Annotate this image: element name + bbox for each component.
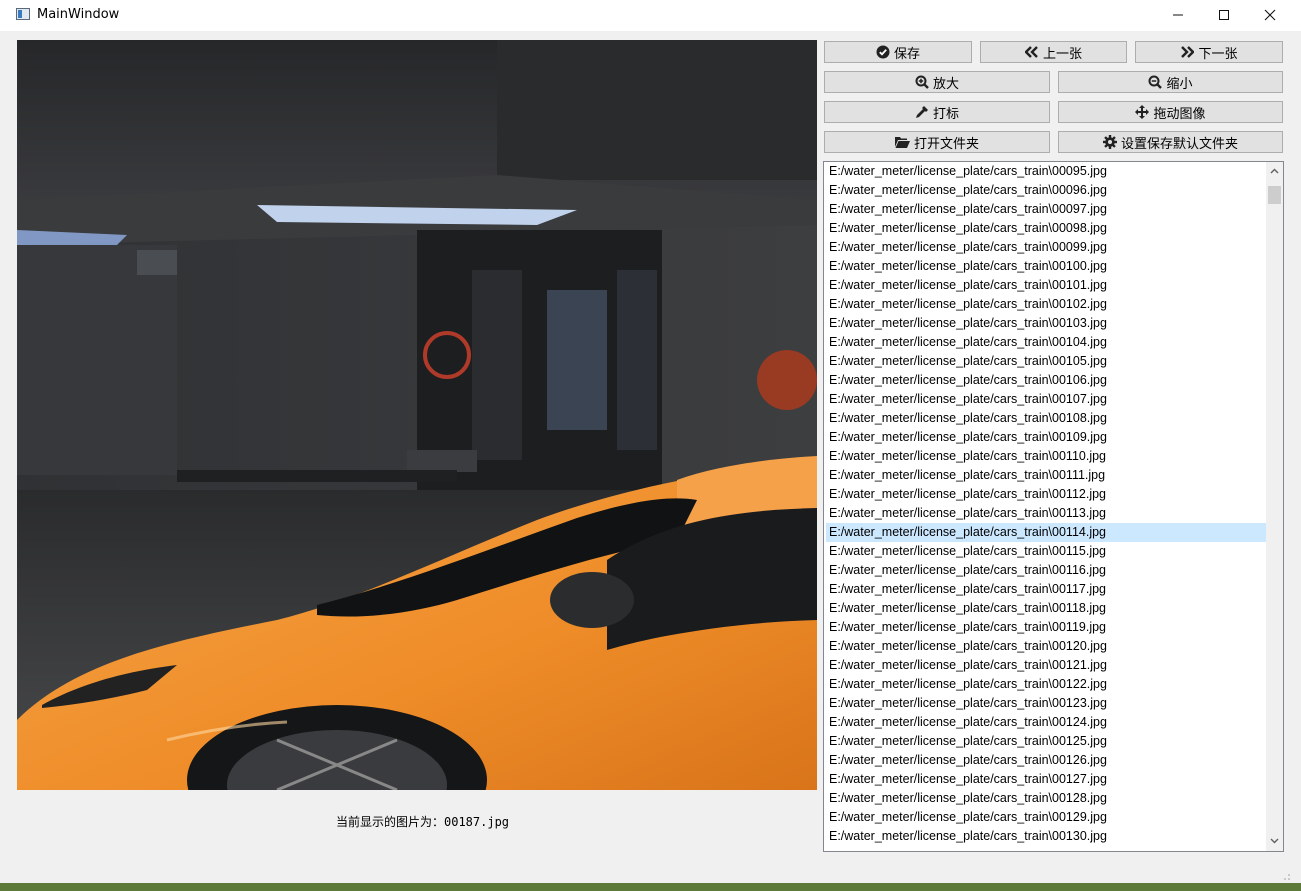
scroll-thumb[interactable] [1268,186,1281,204]
gear-icon [1102,135,1117,149]
list-item[interactable]: E:/water_meter/license_plate/cars_train\… [826,219,1266,238]
save-button[interactable]: 保存 [824,41,972,63]
close-button[interactable] [1247,0,1293,31]
list-item[interactable]: E:/water_meter/license_plate/cars_train\… [826,656,1266,675]
zoom-out-icon [1148,75,1163,89]
list-item[interactable]: E:/water_meter/license_plate/cars_train\… [826,675,1266,694]
image-viewer[interactable] [17,40,817,790]
list-item[interactable]: E:/water_meter/license_plate/cars_train\… [826,352,1266,371]
check-circle-icon [876,45,890,59]
zoom-out-button[interactable]: 缩小 [1058,71,1283,93]
resize-grip-icon[interactable] [1283,873,1291,881]
list-item[interactable]: E:/water_meter/license_plate/cars_train\… [826,599,1266,618]
list-item[interactable]: E:/water_meter/license_plate/cars_train\… [826,314,1266,333]
minimize-button[interactable] [1155,0,1201,31]
set-default-save-folder-button[interactable]: 设置保存默认文件夹 [1058,131,1283,153]
list-item[interactable]: E:/water_meter/license_plate/cars_train\… [826,713,1266,732]
zoom-out-button-label: 缩小 [1166,76,1193,92]
car-photo [17,40,817,790]
scroll-up-icon[interactable] [1266,163,1283,180]
open-folder-button-label: 打开文件夹 [913,136,979,152]
prev-image-button[interactable]: 上一张 [980,41,1127,63]
list-item[interactable]: E:/water_meter/license_plate/cars_train\… [826,618,1266,637]
list-item[interactable]: E:/water_meter/license_plate/cars_train\… [826,732,1266,751]
main-window: MainWindow 当前显示的图片为：00187.jpg 保存 上一张 下一张… [0,0,1301,883]
maximize-icon [1219,10,1229,20]
list-item[interactable]: E:/water_meter/license_plate/cars_train\… [826,770,1266,789]
zoom-in-icon [915,75,929,89]
list-item[interactable]: E:/water_meter/license_plate/cars_train\… [826,523,1266,542]
open-folder-button[interactable]: 打开文件夹 [824,131,1050,153]
file-list-items: E:/water_meter/license_plate/cars_train\… [826,162,1266,846]
list-item[interactable]: E:/water_meter/license_plate/cars_train\… [826,428,1266,447]
zoom-in-button-label: 放大 [932,76,959,92]
set-default-save-folder-button-label: 设置保存默认文件夹 [1120,136,1238,152]
zoom-in-button[interactable]: 放大 [824,71,1050,93]
list-item[interactable]: E:/water_meter/license_plate/cars_train\… [826,694,1266,713]
annotate-button-label: 打标 [932,106,959,122]
close-icon [1264,9,1276,21]
next-image-button[interactable]: 下一张 [1135,41,1283,63]
prev-image-button-label: 上一张 [1042,46,1082,62]
double-chevron-right-icon [1181,46,1195,58]
list-item[interactable]: E:/water_meter/license_plate/cars_train\… [826,390,1266,409]
file-list[interactable]: E:/water_meter/license_plate/cars_train\… [823,161,1284,852]
list-item[interactable]: E:/water_meter/license_plate/cars_train\… [826,751,1266,770]
double-chevron-left-icon [1024,46,1038,58]
list-item[interactable]: E:/water_meter/license_plate/cars_train\… [826,542,1266,561]
list-item[interactable]: E:/water_meter/license_plate/cars_train\… [826,504,1266,523]
list-item[interactable]: E:/water_meter/license_plate/cars_train\… [826,789,1266,808]
next-image-button-label: 下一张 [1198,46,1238,62]
list-item[interactable]: E:/water_meter/license_plate/cars_train\… [826,200,1266,219]
list-item[interactable]: E:/water_meter/license_plate/cars_train\… [826,561,1266,580]
file-list-scrollbar[interactable] [1266,162,1283,851]
list-item[interactable]: E:/water_meter/license_plate/cars_train\… [826,257,1266,276]
list-item[interactable]: E:/water_meter/license_plate/cars_train\… [826,295,1266,314]
list-item[interactable]: E:/water_meter/license_plate/cars_train\… [826,371,1266,390]
list-item[interactable]: E:/water_meter/license_plate/cars_train\… [826,181,1266,200]
save-button-label: 保存 [893,46,920,62]
current-image-status: 当前显示的图片为：00187.jpg [336,815,510,829]
list-item[interactable]: E:/water_meter/license_plate/cars_train\… [826,276,1266,295]
list-item[interactable]: E:/water_meter/license_plate/cars_train\… [826,485,1266,504]
list-item[interactable]: E:/water_meter/license_plate/cars_train\… [826,447,1266,466]
move-arrows-icon [1135,105,1150,119]
list-item[interactable]: E:/water_meter/license_plate/cars_train\… [826,637,1266,656]
list-item[interactable]: E:/water_meter/license_plate/cars_train\… [826,466,1266,485]
window-title: MainWindow [37,7,120,22]
title-bar[interactable]: MainWindow [0,0,1301,31]
list-item[interactable]: E:/water_meter/license_plate/cars_train\… [826,333,1266,352]
folder-open-icon [894,137,910,148]
eyedropper-icon [915,106,928,118]
scroll-down-icon[interactable] [1266,833,1283,850]
list-item[interactable]: E:/water_meter/license_plate/cars_train\… [826,580,1266,599]
drag-image-button[interactable]: 拖动图像 [1058,101,1283,123]
list-item[interactable]: E:/water_meter/license_plate/cars_train\… [826,238,1266,257]
list-item[interactable]: E:/water_meter/license_plate/cars_train\… [826,827,1266,846]
annotate-button[interactable]: 打标 [824,101,1050,123]
drag-image-button-label: 拖动图像 [1153,106,1206,122]
app-icon [16,8,30,20]
minimize-icon [1173,14,1183,16]
list-item[interactable]: E:/water_meter/license_plate/cars_train\… [826,409,1266,428]
list-item[interactable]: E:/water_meter/license_plate/cars_train\… [826,162,1266,181]
list-item[interactable]: E:/water_meter/license_plate/cars_train\… [826,808,1266,827]
maximize-button[interactable] [1201,0,1247,31]
